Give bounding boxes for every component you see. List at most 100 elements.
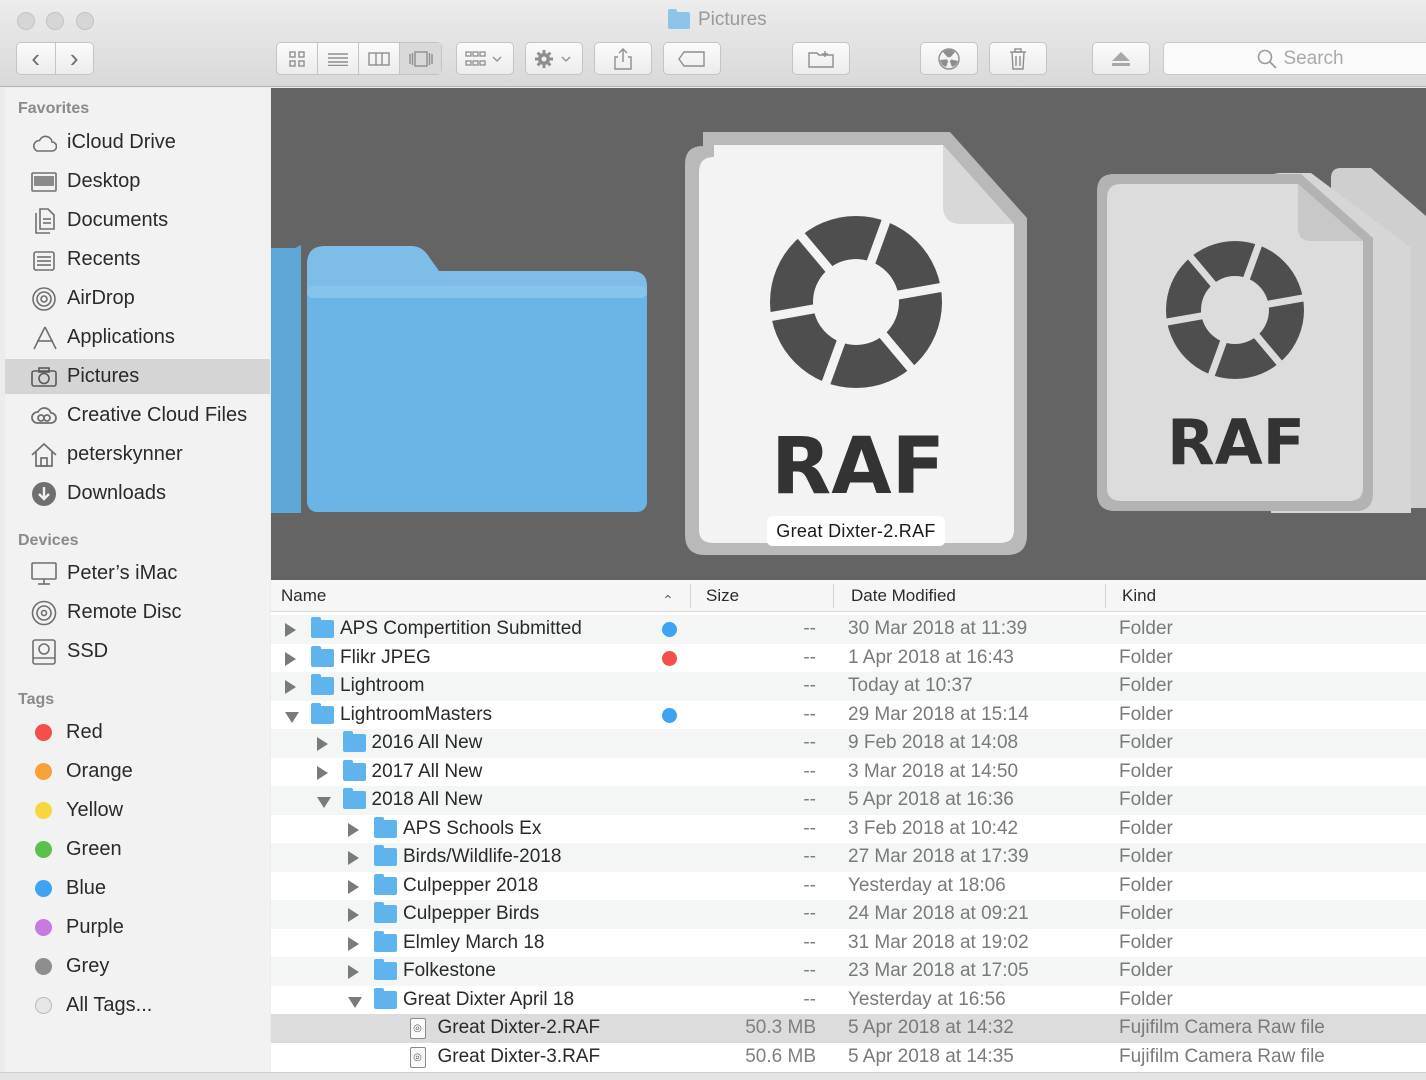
sidebar-tag-orange[interactable]: Orange [5,754,270,789]
zoom-window-button[interactable] [76,12,94,30]
folder-row[interactable]: Lightroom -- Today at 10:37 Folder [271,672,1426,701]
column-view-icon [368,51,390,66]
disclosure-closed-icon[interactable] [316,737,328,751]
delete-button[interactable] [989,42,1047,75]
column-header-size[interactable]: Size [706,580,826,612]
sidebar-tag-blue[interactable]: Blue [5,871,270,906]
sidebar-tag-green[interactable]: Green [5,832,270,867]
sidebar-tag-all-tags[interactable]: All Tags... [5,988,270,1023]
disclosure-closed-icon[interactable] [348,851,359,865]
file-row[interactable]: ◎ Great Dixter-3.RAF 50.6 MB 5 Apr 2018 at … [271,1043,1426,1072]
folder-row[interactable]: Flikr JPEG -- 1 Apr 2018 at 16:43 Folder [271,644,1426,673]
edit-tags-button[interactable] [663,42,721,75]
forward-button[interactable]: › [56,43,94,74]
minimize-window-button[interactable] [46,12,64,30]
row-name: Lightroom [340,675,425,696]
cover-flow-view[interactable]: RAF RAF [271,88,1426,580]
folder-row[interactable]: APS Schools Ex -- 3 Feb 2018 at 10:42 Folde… [271,815,1426,844]
file-row[interactable]: ◎ Great Dixter-2.RAF 50.3 MB 5 Apr 2018 at … [271,1014,1426,1043]
folder-row[interactable]: 2018 All New -- 5 Apr 2018 at 16:36 Folder [271,786,1426,815]
sidebar-item-documents[interactable]: Documents [5,203,270,238]
sidebar-item-label: Recents [67,248,141,270]
search-field[interactable]: Search [1163,42,1426,75]
sidebar-item-creative-cloud-files[interactable]: Creative Cloud Files [5,398,270,433]
new-folder-button[interactable] [792,42,850,75]
row-size: -- [803,988,816,1010]
sidebar-item-remote-disc[interactable]: Remote Disc [5,595,270,630]
folder-row[interactable]: Culpepper 2018 -- Yesterday at 18:06 Folder [271,872,1426,901]
burn-icon [938,47,960,70]
column-header-kind[interactable]: Kind [1122,580,1322,612]
column-divider[interactable] [833,584,834,608]
burn-button[interactable] [920,42,978,75]
column-header-kind-label: Kind [1122,586,1157,605]
cover-flow-icon [408,50,433,67]
folder-row[interactable]: Birds/Wildlife-2018 -- 27 Mar 2018 at 17:3… [271,843,1426,872]
eject-button[interactable] [1092,42,1150,75]
sidebar-tag-yellow[interactable]: Yellow [5,793,270,828]
column-header-date[interactable]: Date Modified [851,580,1101,612]
back-forward-control: ‹ › [16,42,94,75]
folder-row[interactable]: Elmley March 18 -- 31 Mar 2018 at 19:02 Fol… [271,929,1426,958]
disclosure-closed-icon[interactable] [348,936,359,951]
drive-icon [31,638,57,665]
sidebar-item-home[interactable]: peterskynner [5,437,270,472]
folder-row[interactable]: Folkestone -- 23 Mar 2018 at 17:05 Folder [271,957,1426,986]
disclosure-open-icon[interactable] [316,797,331,808]
column-view-button[interactable] [359,43,400,74]
sidebar-item-airdrop[interactable]: AirDrop [5,281,270,316]
disclosure-open-icon[interactable] [348,996,362,1008]
folder-row[interactable]: 2017 All New -- 3 Mar 2018 at 14:50 Folder [271,758,1426,787]
sidebar-item-desktop[interactable]: Desktop [5,164,270,199]
folder-row[interactable]: LightroomMasters -- 29 Mar 2018 at 15:14 Fo… [271,701,1426,730]
sidebar-item-pictures[interactable]: Pictures [5,359,270,394]
sidebar-item-imac[interactable]: Peter’s iMac [5,556,270,591]
sidebar-tag-purple[interactable]: Purple [5,910,270,945]
list-view-button[interactable] [318,43,359,74]
sidebar-tag-grey[interactable]: Grey [5,949,270,984]
disclosure-closed-icon[interactable] [348,879,359,894]
row-date-modified: 29 Mar 2018 at 15:14 [848,703,1029,725]
row-size: -- [803,931,816,953]
view-mode-control [276,42,442,75]
cover-flow-view-button[interactable] [400,43,441,74]
disclosure-closed-icon[interactable] [348,965,359,979]
disclosure-closed-icon[interactable] [316,765,328,780]
row-kind: Folder [1119,760,1173,782]
folder-row[interactable]: 2016 All New -- 9 Feb 2018 at 14:08 Folder [271,729,1426,758]
row-date-modified: Yesterday at 16:56 [848,988,1006,1010]
sidebar-item-icloud-drive[interactable]: iCloud Drive [5,125,270,160]
folder-row[interactable]: APS Compertition Submitted -- 30 Mar 2018 … [271,615,1426,644]
window-titlebar: Pictures ‹ › Search [0,0,1426,87]
column-divider[interactable] [1105,584,1106,608]
row-kind: Fujifilm Camera Raw file [1119,1045,1325,1067]
folder-row[interactable]: Culpepper Birds -- 24 Mar 2018 at 09:21 Fol… [271,900,1426,929]
disclosure-closed-icon[interactable] [285,680,296,694]
icon-view-button[interactable] [277,43,318,74]
sidebar-item-applications[interactable]: Applications [5,320,270,355]
folder-row[interactable]: Great Dixter April 18 -- Yesterday at 16:5… [271,986,1426,1015]
action-button[interactable] [525,42,583,75]
column-divider[interactable] [690,584,691,608]
disclosure-closed-icon[interactable] [285,623,296,637]
disclosure-closed-icon[interactable] [348,822,359,837]
sidebar-item-downloads[interactable]: Downloads [5,476,270,511]
sidebar-item-ssd[interactable]: SSD [5,634,270,669]
column-header-name[interactable]: Name [281,580,681,612]
row-kind: Folder [1119,931,1173,953]
sidebar-item-recents[interactable]: Recents [5,242,270,277]
sidebar-tag-red[interactable]: Red [5,715,270,750]
back-button[interactable]: ‹ [17,43,56,74]
group-button[interactable] [456,42,514,75]
disclosure-closed-icon[interactable] [285,651,296,666]
sidebar-item-label: Pictures [67,365,140,387]
devices-header: Devices [18,532,79,549]
disclosure-closed-icon[interactable] [348,908,359,922]
row-size: -- [803,789,816,810]
folder-preview-icon [271,245,647,513]
close-window-button[interactable] [17,12,35,30]
folder-icon [311,617,334,638]
share-button[interactable] [594,42,652,75]
disclosure-open-icon[interactable] [285,711,299,723]
row-name: Great Dixter-2.RAF [437,1017,601,1038]
